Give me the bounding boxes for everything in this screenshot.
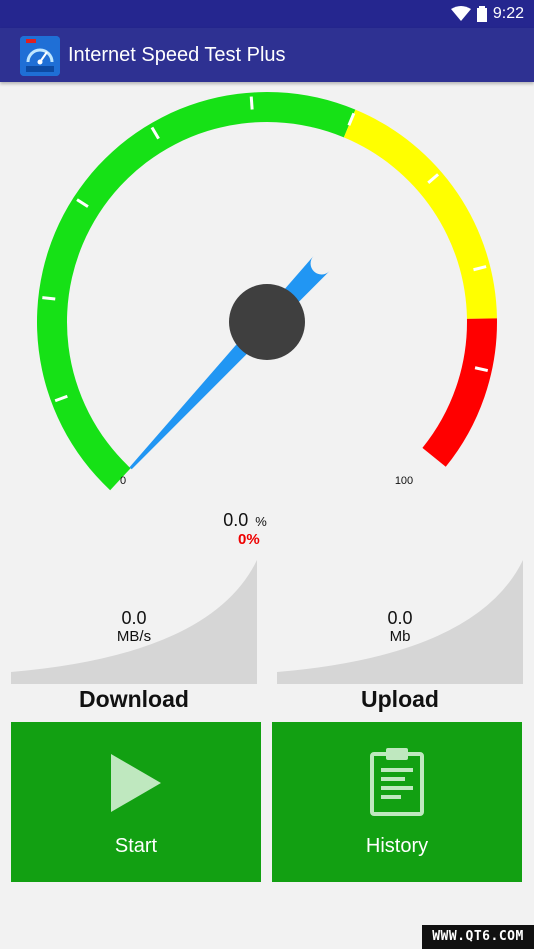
battery-icon — [476, 6, 487, 22]
gauge-tick — [42, 296, 56, 301]
watermark: WWW.QT6.COM — [422, 925, 534, 949]
start-button[interactable]: Start — [11, 722, 261, 882]
gauge-needle — [129, 255, 330, 470]
download-value: 0.0 — [121, 608, 147, 628]
speed-gauge: 0 100 — [36, 91, 497, 491]
needle-hub — [229, 284, 305, 360]
download-unit: MB/s — [116, 628, 152, 645]
gauge-zone-3 — [422, 318, 497, 467]
gauge-tick — [249, 96, 254, 110]
status-icons: 9:22 — [450, 4, 524, 24]
status-time: 9:22 — [492, 5, 524, 22]
upload-unit: Mb — [389, 628, 411, 645]
progress-percent: 0% — [238, 531, 260, 548]
clipboard-icon — [370, 748, 424, 816]
history-button-label: History — [365, 835, 429, 857]
upload-label: Upload — [361, 686, 439, 712]
gauge-min-label: 0 — [120, 475, 126, 487]
play-icon — [111, 754, 161, 812]
download-panel: 0.0 MB/s — [11, 560, 257, 686]
app-bar: Internet Speed Test Plus — [0, 28, 534, 82]
start-button-label: Start — [114, 835, 158, 857]
status-bar: 9:22 — [0, 0, 534, 28]
app-screen: 9:22 Internet Speed Test Plus 0 100 0.0 … — [0, 0, 534, 949]
gauge-zone-2 — [343, 109, 497, 319]
speedometer-app-icon — [20, 36, 60, 76]
progress-readout: 0.0 % — [200, 510, 290, 531]
progress-value: 0.0 — [223, 510, 249, 530]
download-label: Download — [79, 686, 189, 712]
upload-panel: 0.0 Mb — [277, 560, 523, 686]
needle — [129, 255, 330, 470]
history-button[interactable]: History — [272, 722, 522, 882]
upload-value: 0.0 — [387, 608, 413, 628]
progress-unit: % — [255, 514, 267, 529]
wifi-icon — [450, 6, 471, 21]
app-title: Internet Speed Test Plus — [68, 44, 286, 66]
gauge-max-label: 100 — [395, 475, 413, 487]
